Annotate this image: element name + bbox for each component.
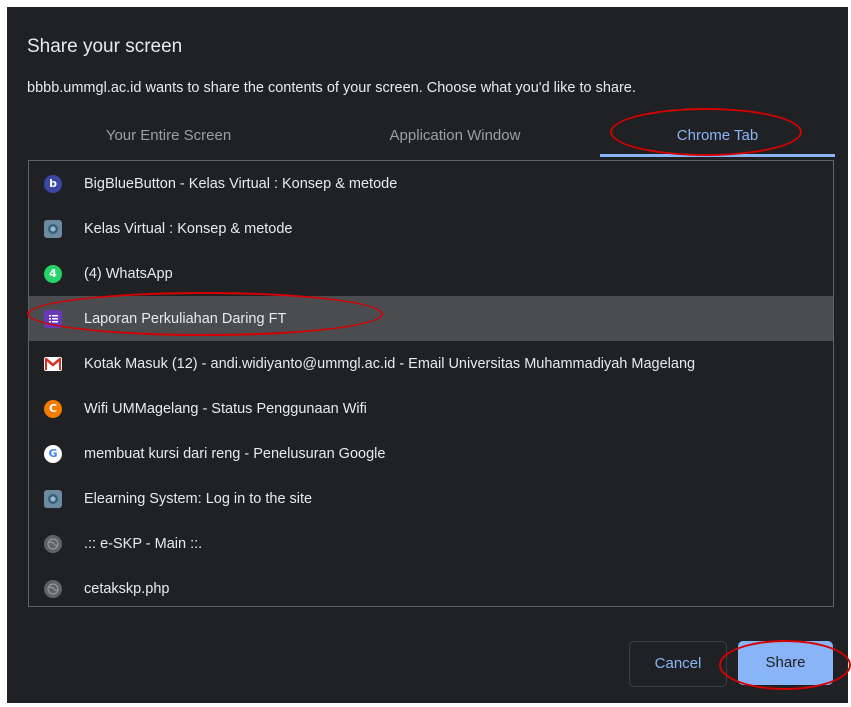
list-item[interactable]: cetakskp.php xyxy=(29,566,833,606)
list-item-label: Elearning System: Log in to the site xyxy=(84,490,313,507)
moodle-site-icon xyxy=(44,489,62,508)
list-item[interactable]: Kotak Masuk (12) - andi.widiyanto@ummgl.… xyxy=(29,341,833,386)
tab-chrome-tab[interactable]: Chrome Tab xyxy=(600,119,835,157)
dialog-title: Share your screen xyxy=(27,36,183,57)
google-icon: G xyxy=(44,444,62,463)
list-item[interactable]: .:: e-SKP - Main ::. xyxy=(29,521,833,566)
bigbluebutton-icon: b xyxy=(44,174,62,193)
wifi-portal-icon: C xyxy=(44,399,62,418)
list-item-label: Kotak Masuk (12) - andi.widiyanto@ummgl.… xyxy=(84,355,696,372)
list-item[interactable]: Elearning System: Log in to the site xyxy=(29,476,833,521)
cancel-button[interactable]: Cancel xyxy=(629,641,727,687)
dialog-subtitle: bbbb.ummgl.ac.id wants to share the cont… xyxy=(27,80,636,96)
list-item[interactable]: b BigBlueButton - Kelas Virtual : Konsep… xyxy=(29,161,833,206)
list-item-label: Kelas Virtual : Konsep & metode xyxy=(84,220,293,237)
globe-icon xyxy=(44,534,62,553)
whatsapp-icon: 4 xyxy=(44,264,62,283)
list-item-selected[interactable]: Laporan Perkuliahan Daring FT xyxy=(29,296,833,341)
tab-application-window[interactable]: Application Window xyxy=(310,119,600,157)
list-item-label: Laporan Perkuliahan Daring FT xyxy=(84,310,287,327)
list-item-label: membuat kursi dari reng - Penelusuran Go… xyxy=(84,445,386,462)
list-item[interactable]: 4 (4) WhatsApp xyxy=(29,251,833,296)
list-item-label: .:: e-SKP - Main ::. xyxy=(84,535,203,552)
list-item-label: (4) WhatsApp xyxy=(84,265,173,282)
list-item[interactable]: G membuat kursi dari reng - Penelusuran … xyxy=(29,431,833,476)
globe-icon xyxy=(44,579,62,598)
share-button[interactable]: Share xyxy=(738,641,833,685)
share-screen-dialog: Share your screen bbbb.ummgl.ac.id wants… xyxy=(7,7,851,703)
chrome-tab-list: b BigBlueButton - Kelas Virtual : Konsep… xyxy=(28,160,834,607)
source-tabs: Your Entire Screen Application Window Ch… xyxy=(27,119,835,159)
list-item[interactable]: C Wifi UMMagelang - Status Penggunaan Wi… xyxy=(29,386,833,431)
moodle-site-icon xyxy=(44,219,62,238)
tab-entire-screen[interactable]: Your Entire Screen xyxy=(27,119,310,157)
list-item-label: BigBlueButton - Kelas Virtual : Konsep &… xyxy=(84,175,398,192)
list-item-label: Wifi UMMagelang - Status Penggunaan Wifi xyxy=(84,400,367,417)
list-item-label: cetakskp.php xyxy=(84,580,170,597)
google-forms-icon xyxy=(44,309,62,328)
list-item[interactable]: Kelas Virtual : Konsep & metode xyxy=(29,206,833,251)
gmail-icon xyxy=(44,356,62,371)
